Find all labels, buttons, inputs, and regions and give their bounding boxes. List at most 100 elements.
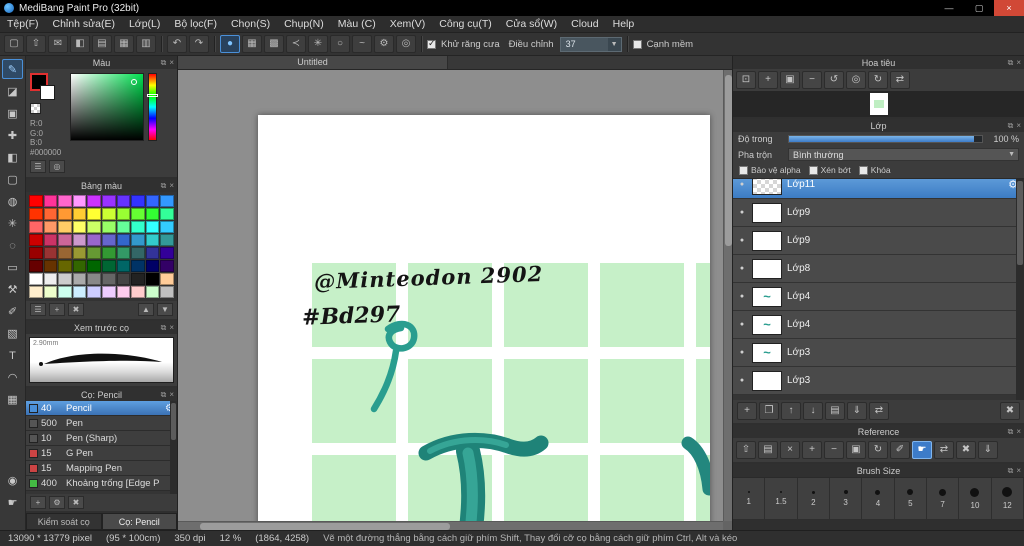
clipping-option[interactable]: Xén bớt — [808, 165, 851, 175]
palette-swatch[interactable] — [131, 234, 145, 246]
close-icon[interactable]: × — [1016, 426, 1021, 437]
close-icon[interactable]: × — [169, 389, 174, 400]
brush-size-option[interactable]: 1 — [733, 478, 766, 520]
hand-icon[interactable]: ☛ — [912, 441, 932, 459]
palette-swatch[interactable] — [43, 221, 58, 233]
palette-swatch[interactable] — [43, 234, 58, 246]
menu-cloud[interactable]: Cloud — [564, 16, 605, 32]
pixel-grid-icon[interactable]: ▦ — [114, 35, 134, 53]
lasso-tool[interactable]: ◠ — [2, 367, 23, 387]
palette-swatch[interactable] — [160, 234, 174, 246]
palette-swatch[interactable] — [29, 273, 43, 285]
brush-item[interactable]: 15 Mapping Pen — [26, 461, 177, 476]
palette-swatch[interactable] — [145, 234, 160, 246]
scrollbar-thumb[interactable] — [199, 523, 451, 530]
menu-view[interactable]: Xem(V) — [383, 16, 433, 32]
palette-swatch[interactable] — [29, 208, 43, 220]
close-icon[interactable]: × — [1016, 120, 1021, 131]
canvas[interactable]: @Minteodon 2902 #Bd297 — [258, 115, 710, 530]
menu-window[interactable]: Cửa sổ(W) — [499, 16, 564, 32]
minimize-button[interactable]: — — [934, 0, 964, 16]
close-icon[interactable]: × — [1016, 57, 1021, 68]
layer-item[interactable]: ● Lớp3 — [733, 367, 1024, 395]
palette-swatch[interactable] — [43, 208, 58, 220]
palette-swatch[interactable] — [116, 208, 131, 220]
palette-swatch[interactable] — [87, 234, 101, 246]
workspace[interactable]: @Minteodon 2902 #Bd297 — [178, 70, 732, 530]
hand-tool[interactable]: ☛ — [2, 492, 23, 512]
palette-swatch[interactable] — [87, 273, 101, 285]
layer-item[interactable]: ● ~ Lớp3 — [733, 339, 1024, 367]
palette-swatch[interactable] — [131, 260, 145, 272]
palette-swatch[interactable] — [145, 273, 160, 285]
palette-swatch[interactable] — [58, 247, 72, 259]
palette-swatch[interactable] — [102, 273, 116, 285]
brush-tool[interactable]: ✎ — [2, 59, 23, 79]
rotate-left-icon[interactable]: ↺ — [824, 71, 844, 89]
palette-swatch[interactable] — [72, 208, 87, 220]
menu-edit[interactable]: Chỉnh sửa(E) — [46, 16, 122, 32]
comment-icon[interactable]: ✉ — [48, 35, 68, 53]
palette-swatch[interactable] — [160, 286, 174, 298]
scrollbar-thumb[interactable] — [171, 403, 176, 441]
dot-tool[interactable]: ▣ — [2, 103, 23, 123]
palette-swatch[interactable] — [29, 221, 43, 233]
palette-swatch[interactable] — [145, 247, 160, 259]
palette-swatch[interactable] — [43, 247, 58, 259]
palette-swatch[interactable] — [160, 273, 174, 285]
layer-item[interactable]: ● ~ Lớp4 — [733, 311, 1024, 339]
palette-swatch[interactable] — [72, 234, 87, 246]
palette-swatch[interactable] — [87, 195, 101, 207]
palette-swatch[interactable] — [72, 195, 87, 207]
popout-icon[interactable]: ⧉ — [1008, 57, 1014, 68]
canvas-horizontal-scrollbar[interactable] — [178, 521, 723, 530]
layer-visibility-icon[interactable]: ● — [737, 293, 747, 300]
delete-color-icon[interactable]: ✖ — [68, 303, 84, 316]
folder-icon[interactable]: ▤ — [758, 441, 778, 459]
popout-icon[interactable]: ⧉ — [161, 57, 167, 68]
palette-swatch[interactable] — [29, 195, 43, 207]
crosshair-icon[interactable]: ◎ — [396, 35, 416, 53]
brush-item[interactable]: 15 G Pen — [26, 446, 177, 461]
palette-swatch[interactable] — [131, 273, 145, 285]
palette-swatch[interactable] — [58, 195, 72, 207]
palette-swatch[interactable] — [29, 234, 43, 246]
move-color-down-icon[interactable]: ▼ — [157, 303, 173, 316]
document-icon[interactable]: ▤ — [92, 35, 112, 53]
brush-list-scrollbar[interactable] — [170, 401, 177, 494]
rotate-right-icon[interactable]: ↻ — [868, 71, 888, 89]
gradient-tool[interactable]: ▧ — [2, 323, 23, 343]
menu-help[interactable]: Help — [606, 16, 642, 32]
add-layer-icon[interactable]: + — [737, 402, 757, 420]
layer-list-scrollbar[interactable] — [1016, 179, 1024, 400]
palette-swatch[interactable] — [58, 208, 72, 220]
eyedropper-icon[interactable]: ✐ — [890, 441, 910, 459]
select-pen-tool[interactable]: ✐ — [2, 301, 23, 321]
lock-checkbox[interactable] — [858, 165, 868, 175]
lock-option[interactable]: Khóa — [858, 165, 891, 175]
color-wheel-icon[interactable]: ◎ — [49, 160, 65, 173]
palette-swatch[interactable] — [160, 247, 174, 259]
layer-visibility-icon[interactable]: ● — [737, 237, 747, 244]
brush-settings-icon[interactable]: ⚙ — [49, 496, 65, 509]
brush-item[interactable]: 10 Pen (Sharp) — [26, 431, 177, 446]
snap-settings-icon[interactable]: ⚙ — [374, 35, 394, 53]
popout-icon[interactable]: ⧉ — [1008, 465, 1014, 476]
text-tool[interactable]: T — [2, 345, 23, 365]
brush-size-option[interactable]: 3 — [829, 478, 863, 520]
palette-swatch[interactable] — [87, 247, 101, 259]
palette-swatch[interactable] — [58, 286, 72, 298]
palette-swatch[interactable] — [87, 221, 101, 233]
brush-size-option[interactable]: 12 — [991, 478, 1024, 520]
close-icon[interactable]: × — [1016, 465, 1021, 476]
palette-swatch[interactable] — [102, 221, 116, 233]
brush-size-option[interactable]: 5 — [894, 478, 927, 520]
ellipse-select-tool[interactable]: ◌ — [2, 235, 23, 255]
new-folder-icon[interactable]: ▤ — [825, 402, 845, 420]
palette-swatch[interactable] — [58, 273, 72, 285]
popout-icon[interactable]: ⧉ — [161, 389, 167, 400]
reset-view-icon[interactable]: ◎ — [846, 71, 866, 89]
antialias-checkbox[interactable] — [427, 38, 436, 49]
new-file-icon[interactable]: ▢ — [4, 35, 24, 53]
palette-swatch[interactable] — [131, 247, 145, 259]
